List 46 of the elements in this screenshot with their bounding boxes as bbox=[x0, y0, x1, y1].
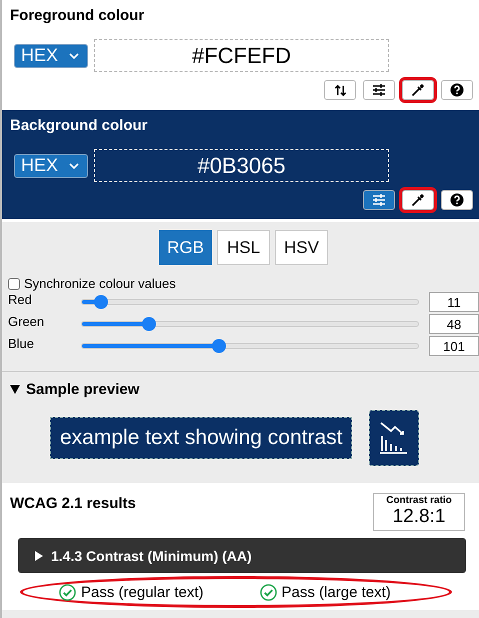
bar-chart-icon bbox=[379, 421, 410, 455]
sliders-icon bbox=[372, 193, 386, 207]
chevron-icon bbox=[69, 52, 79, 58]
channel-value-input[interactable]: 48 bbox=[429, 314, 479, 334]
preview-title: Sample preview bbox=[26, 381, 140, 398]
eyedropper-icon bbox=[411, 193, 425, 207]
help-icon bbox=[450, 193, 464, 207]
swap-button[interactable] bbox=[324, 80, 356, 100]
check-result-text: Pass (regular text) bbox=[81, 584, 204, 600]
help-button[interactable] bbox=[441, 80, 473, 100]
help-button[interactable] bbox=[441, 190, 473, 210]
channel-label: Blue bbox=[8, 336, 36, 350]
channel-label: Red bbox=[8, 292, 33, 306]
hex-input[interactable]: #0B3065 bbox=[94, 149, 389, 182]
eyedropper-button[interactable] bbox=[402, 190, 434, 210]
slider-thumb[interactable] bbox=[212, 339, 226, 353]
model-tab[interactable]: RGB bbox=[159, 230, 212, 265]
sliders-icon bbox=[372, 83, 386, 97]
section-title: Foreground colour bbox=[10, 7, 146, 24]
model-tab[interactable]: HSL bbox=[217, 230, 270, 265]
eyedropper-icon bbox=[411, 83, 425, 97]
eyedropper-button[interactable] bbox=[402, 80, 434, 100]
help-icon bbox=[450, 83, 464, 97]
contrast-ratio-label: Contrast ratio bbox=[386, 495, 452, 506]
channel-value-input[interactable]: 101 bbox=[429, 336, 479, 356]
chevron-icon bbox=[69, 162, 79, 168]
sample-text: example text showing contrast bbox=[50, 417, 352, 459]
sliders-button[interactable] bbox=[363, 80, 395, 100]
hex-input[interactable]: #FCFEFD bbox=[94, 39, 389, 72]
channel-label: Green bbox=[8, 314, 46, 328]
contrast-ratio-value: 12.8:1 bbox=[392, 506, 446, 528]
swap-icon bbox=[334, 84, 346, 96]
results-title: WCAG 2.1 results bbox=[10, 495, 136, 512]
model-tab[interactable]: HSV bbox=[275, 230, 328, 265]
check-result-text: Pass (large text) bbox=[282, 584, 391, 600]
channel-value-input[interactable]: 11 bbox=[429, 292, 479, 312]
format-dropdown[interactable]: HEX bbox=[14, 44, 88, 68]
slider-thumb[interactable] bbox=[94, 295, 108, 309]
sliders-button[interactable] bbox=[363, 190, 395, 210]
sync-checkbox[interactable] bbox=[8, 278, 20, 290]
section-title: Background colour bbox=[10, 117, 149, 134]
slider-thumb[interactable] bbox=[142, 317, 156, 331]
criterion-toggle[interactable]: 1.4.3 Contrast (Minimum) (AA) bbox=[18, 538, 466, 573]
disclosure-triangle-icon[interactable] bbox=[10, 385, 20, 394]
sync-label: Synchronize colour values bbox=[24, 276, 176, 291]
format-dropdown[interactable]: HEX bbox=[14, 154, 88, 178]
